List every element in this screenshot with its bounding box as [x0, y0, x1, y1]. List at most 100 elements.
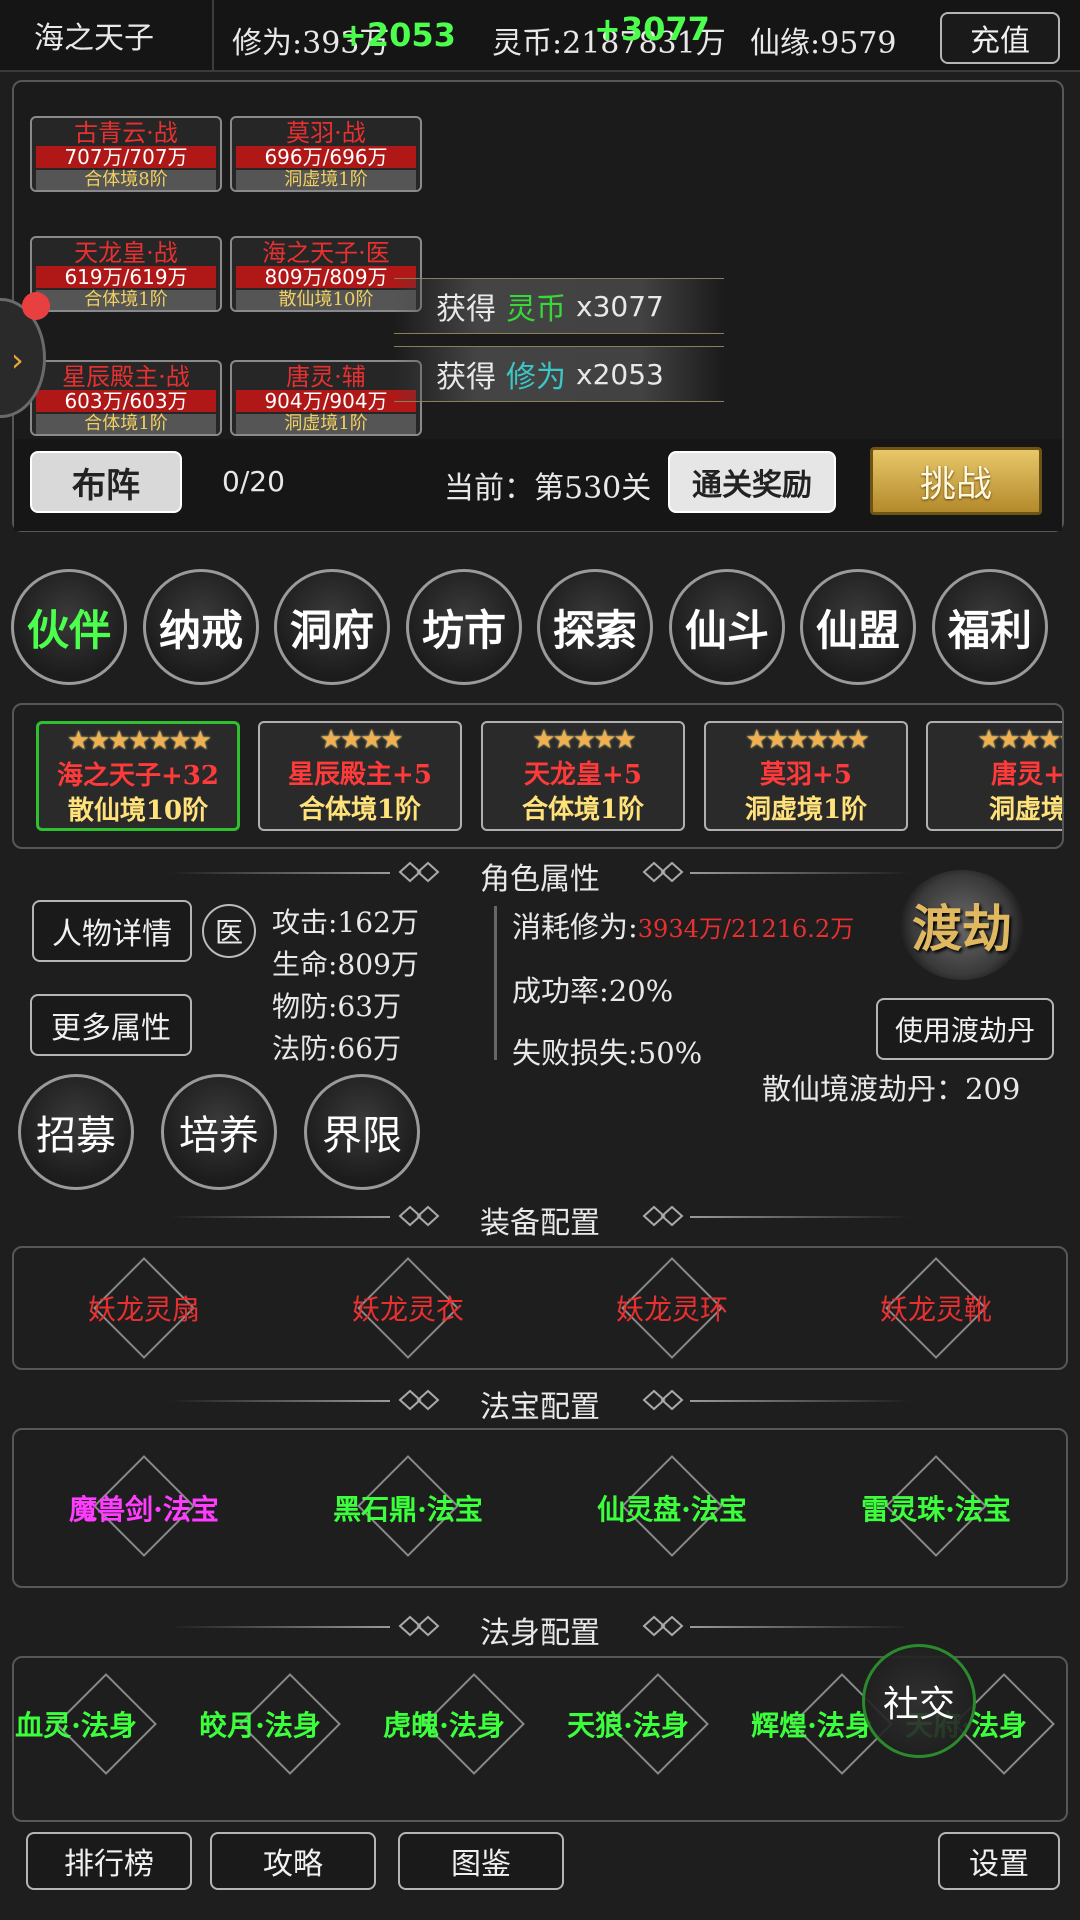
partner-card[interactable]: ★★★★★★ 莫羽+5 洞虚境1阶 [704, 721, 908, 831]
menu-partner-button[interactable]: 伙伴 [11, 569, 127, 685]
treasure-slot[interactable]: 仙灵盘·法宝 [542, 1488, 802, 1528]
unit-card[interactable]: 天龙皇·战 619万/619万 合体境1阶 [30, 236, 222, 312]
unit-hp: 603万/603万 [36, 390, 216, 412]
equipment-slot[interactable]: 妖龙灵环 [542, 1288, 802, 1328]
divider [690, 1626, 910, 1628]
body-slot[interactable]: 虎魄·法身 [344, 1704, 544, 1744]
unit-rank: 洞虚境1阶 [236, 414, 416, 434]
recharge-button[interactable]: 充值 [940, 12, 1060, 64]
guide-button[interactable]: 攻略 [210, 1832, 376, 1890]
partner-rank: 合体境1阶 [521, 795, 645, 825]
menu-alliance-button[interactable]: 仙盟 [800, 569, 916, 685]
section-title: 法宝配置 [480, 1390, 600, 1425]
partner-card[interactable]: ★★★★★ 唐灵+ 洞虚境 [926, 721, 1064, 831]
partner-name: 星辰殿主+5 [288, 760, 432, 790]
loot-count: x2053 [576, 357, 664, 391]
formation-button[interactable]: 布阵 [30, 451, 182, 513]
pill-count: 散仙境渡劫丹：209 [762, 1072, 1021, 1106]
divider [170, 1400, 390, 1402]
treasure-slot[interactable]: 魔兽剑·法宝 [14, 1488, 274, 1528]
body-slot[interactable]: 皎月·法身 [160, 1704, 360, 1744]
player-name: 海之天子 [0, 0, 214, 71]
battle-panel: 古青云·战 707万/707万 合体境8阶 莫羽·战 696万/696万 洞虚境… [12, 80, 1064, 532]
section-title: 装备配置 [480, 1206, 600, 1241]
social-button[interactable]: 社交 [862, 1644, 976, 1758]
body-slot[interactable]: 血灵·法身 [0, 1704, 176, 1744]
settings-button[interactable]: 设置 [938, 1832, 1060, 1890]
more-attributes-button[interactable]: 更多属性 [30, 994, 192, 1056]
character-detail-button[interactable]: 人物详情 [32, 900, 192, 962]
limit-button[interactable]: 界限 [304, 1074, 420, 1190]
cost-label: 消耗修为: [512, 910, 638, 944]
treasure-section-header: 法宝配置 [0, 1382, 1080, 1426]
loot-prefix: 获得 [436, 360, 496, 395]
equipment-slot[interactable]: 妖龙灵靴 [806, 1288, 1066, 1328]
menu-explore-button[interactable]: 探索 [537, 569, 653, 685]
partner-rank: 洞虚境 [988, 795, 1064, 825]
partner-card[interactable]: ★★★★ 星辰殿主+5 合体境1阶 [258, 721, 462, 831]
divider [494, 906, 497, 1060]
ornament-icon [398, 861, 440, 883]
train-button[interactable]: 培养 [161, 1074, 277, 1190]
unit-hp: 696万/696万 [236, 146, 416, 168]
magic-defense-stat: 法防:66万 [272, 1032, 402, 1065]
partner-rank: 合体境1阶 [298, 795, 422, 825]
ornament-icon [642, 861, 684, 883]
loot-prefix: 获得 [436, 292, 496, 327]
unit-name: 莫羽·战 [286, 119, 366, 147]
recruit-button[interactable]: 招募 [18, 1074, 134, 1190]
partner-name: 唐灵+ [991, 760, 1064, 790]
partner-rank: 散仙境10阶 [67, 796, 209, 826]
chevron-right-icon: › [11, 341, 24, 379]
fate-stat: 仙缘:9579 [750, 26, 897, 61]
divider [690, 1400, 910, 1402]
ranking-button[interactable]: 排行榜 [26, 1832, 192, 1890]
star-rating-icon: ★★★★★★★ [66, 726, 212, 756]
unit-name: 天龙皇·战 [74, 239, 178, 267]
partner-card[interactable]: ★★★★★ 天龙皇+5 合体境1阶 [481, 721, 685, 831]
loot-count: x3077 [576, 289, 664, 323]
body-slot[interactable]: 天狼·法身 [528, 1704, 728, 1744]
treasure-slot[interactable]: 雷灵珠·法宝 [806, 1488, 1066, 1528]
star-rating-icon: ★★★★ [319, 725, 403, 755]
divider [690, 1216, 910, 1218]
ornament-icon [642, 1615, 684, 1637]
menu-ring-button[interactable]: 纳戒 [143, 569, 259, 685]
partner-card[interactable]: ★★★★★★★ 海之天子+32 散仙境10阶 [36, 721, 240, 831]
attack-stat: 攻击:162万 [272, 906, 419, 939]
equipment-slot[interactable]: 妖龙灵扇 [14, 1288, 274, 1328]
success-rate: 成功率:20% [512, 974, 674, 1008]
menu-welfare-button[interactable]: 福利 [932, 569, 1048, 685]
unit-card[interactable]: 星辰殿主·战 603万/603万 合体境1阶 [30, 360, 222, 436]
equipment-slot[interactable]: 妖龙灵衣 [278, 1288, 538, 1328]
challenge-button[interactable]: 挑战 [870, 447, 1042, 515]
tribulation-icon[interactable]: 渡劫 [900, 870, 1024, 980]
menu-pvp-button[interactable]: 仙斗 [669, 569, 785, 685]
clear-reward-button[interactable]: 通关奖励 [668, 451, 836, 513]
unit-rank: 合体境8阶 [36, 170, 216, 190]
unit-name: 海之天子·医 [262, 239, 390, 267]
unit-rank: 洞虚境1阶 [236, 170, 416, 190]
menu-market-button[interactable]: 坊市 [406, 569, 522, 685]
top-status-bar: 海之天子 修为:393万 +2053 灵币:2187831万 +3077 仙缘:… [0, 0, 1080, 72]
equipment-section-header: 装备配置 [0, 1198, 1080, 1242]
unit-rank: 合体境1阶 [36, 290, 216, 310]
unit-hp: 619万/619万 [36, 266, 216, 288]
treasure-slot[interactable]: 黑石鼎·法宝 [278, 1488, 538, 1528]
ornament-icon [398, 1389, 440, 1411]
class-badge: 医 [202, 904, 256, 958]
unit-rank: 散仙境10阶 [236, 290, 416, 310]
unit-name: 古青云·战 [74, 119, 178, 147]
use-tribulation-pill-button[interactable]: 使用渡劫丹 [876, 998, 1054, 1060]
unit-card[interactable]: 莫羽·战 696万/696万 洞虚境1阶 [230, 116, 422, 192]
menu-cave-button[interactable]: 洞府 [274, 569, 390, 685]
divider [170, 872, 390, 874]
unit-name: 唐灵·辅 [286, 363, 366, 391]
fail-loss: 失败损失:50% [512, 1036, 703, 1070]
loot-item: 修为 [506, 360, 566, 395]
codex-button[interactable]: 图鉴 [398, 1832, 564, 1890]
unit-hp: 809万/809万 [236, 266, 416, 288]
divider [170, 1626, 390, 1628]
physical-defense-stat: 物防:63万 [272, 990, 402, 1023]
unit-card[interactable]: 古青云·战 707万/707万 合体境8阶 [30, 116, 222, 192]
